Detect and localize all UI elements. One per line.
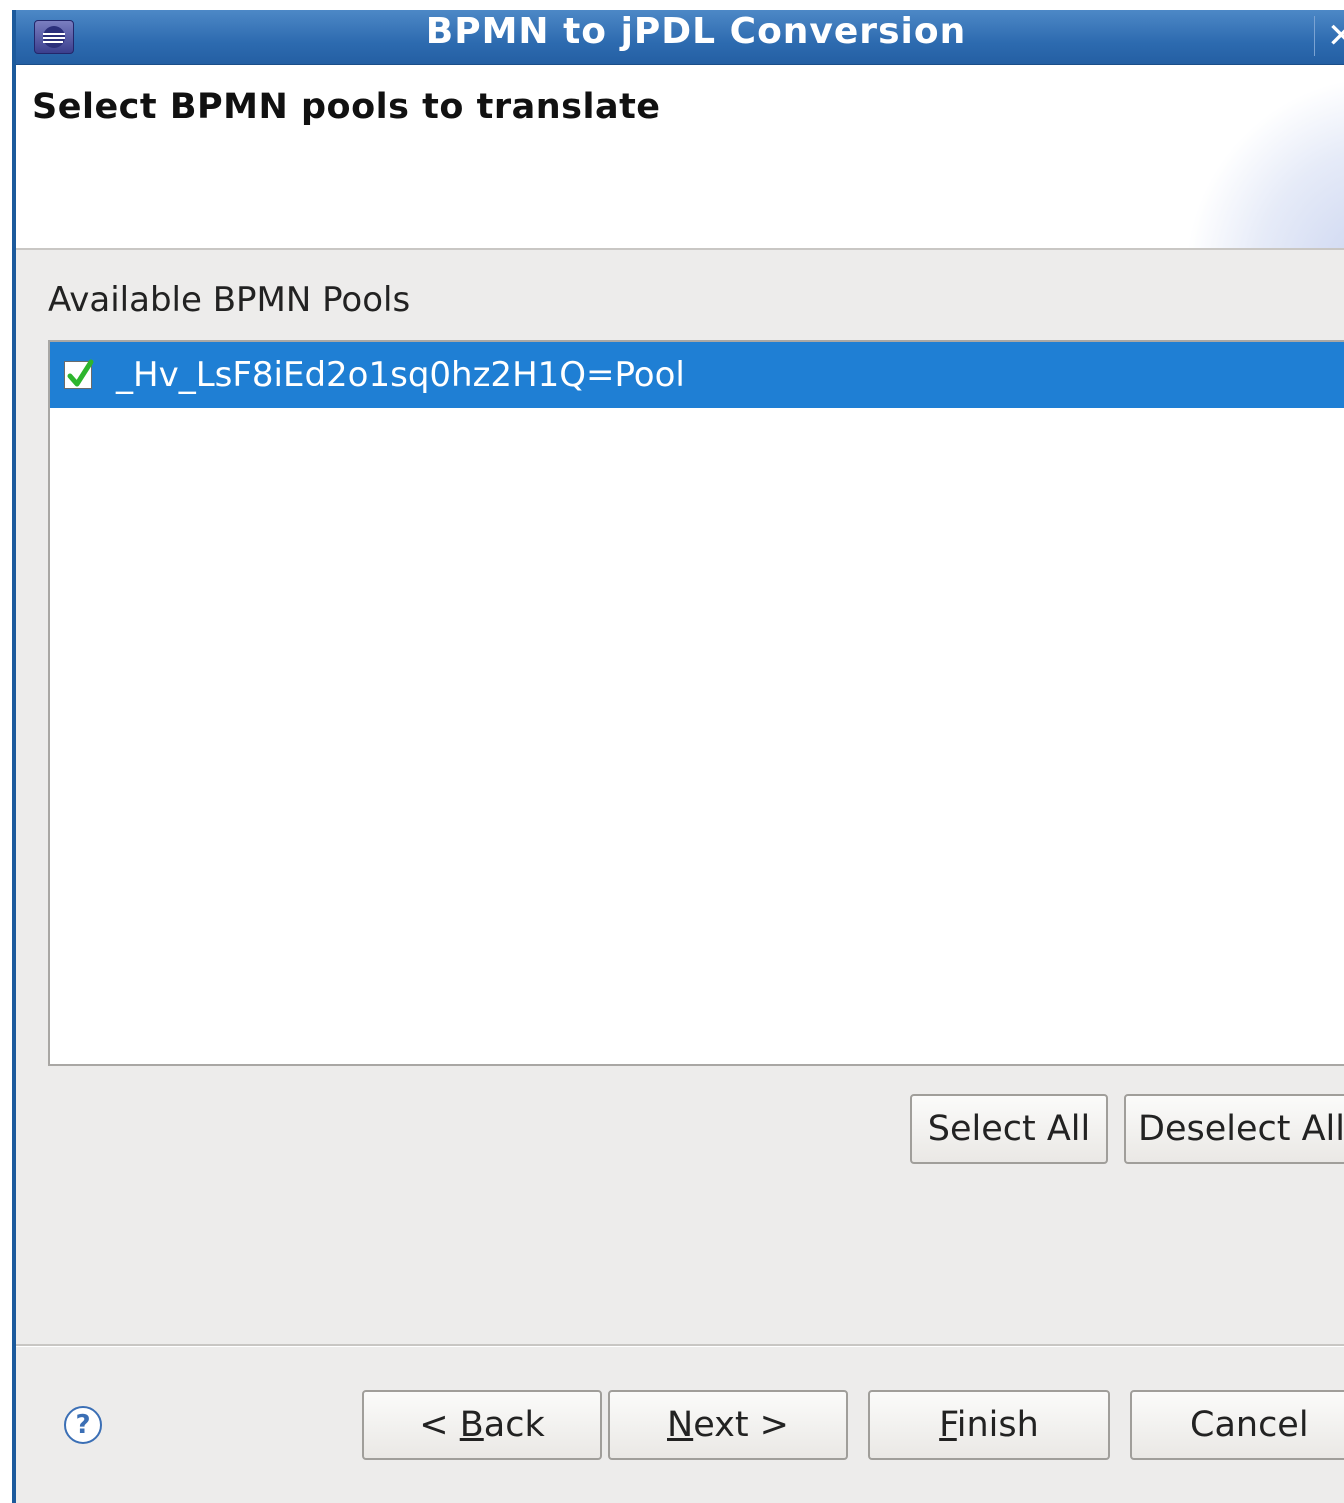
next-rest: ext > xyxy=(693,1405,789,1445)
pool-name: _Hv_LsF8iEd2o1sq0hz2H1Q=Pool xyxy=(116,355,685,395)
pools-list[interactable]: _Hv_LsF8iEd2o1sq0hz2H1Q=Pool xyxy=(48,340,1344,1066)
back-rest: ack xyxy=(483,1405,545,1445)
back-button[interactable]: < Back xyxy=(362,1390,602,1460)
finish-rest: inish xyxy=(956,1405,1039,1445)
select-all-button[interactable]: Select All xyxy=(910,1094,1108,1164)
finish-mnemonic: F xyxy=(939,1405,957,1445)
back-mnemonic: B xyxy=(459,1405,484,1445)
checkbox-checked-icon[interactable] xyxy=(64,359,94,389)
footer-separator xyxy=(16,1344,1344,1347)
header-banner-graphic xyxy=(1184,75,1344,248)
list-item[interactable]: _Hv_LsF8iEd2o1sq0hz2H1Q=Pool xyxy=(50,342,1344,408)
deselect-all-button[interactable]: Deselect All xyxy=(1124,1094,1344,1164)
close-icon[interactable]: ✕ xyxy=(1314,16,1344,56)
window-title: BPMN to jPDL Conversion xyxy=(425,11,967,52)
next-mnemonic: N xyxy=(667,1405,694,1445)
finish-button[interactable]: Finish xyxy=(868,1390,1110,1460)
wizard-header: Select BPMN pools to translate xyxy=(16,65,1344,250)
help-icon[interactable]: ? xyxy=(64,1406,102,1444)
cancel-button[interactable]: Cancel xyxy=(1130,1390,1344,1460)
next-button[interactable]: Next > xyxy=(608,1390,848,1460)
available-pools-label: Available BPMN Pools xyxy=(48,280,411,320)
conversion-dialog: BPMN to jPDL Conversion ✕ Select BPMN po… xyxy=(12,10,1344,1503)
page-title: Select BPMN pools to translate xyxy=(32,87,661,127)
back-prefix: < xyxy=(419,1405,460,1445)
title-bar[interactable]: BPMN to jPDL Conversion ✕ xyxy=(16,10,1344,65)
